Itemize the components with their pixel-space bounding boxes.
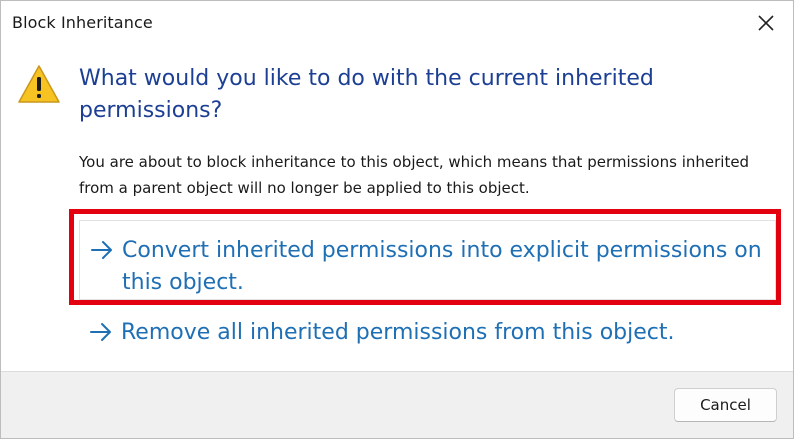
- dialog-footer: Cancel: [1, 371, 793, 438]
- convert-permissions-label: Convert inherited permissions into expli…: [122, 238, 762, 295]
- arrow-right-icon: [89, 319, 113, 345]
- dialog-description: You are about to block inheritance to th…: [79, 153, 750, 197]
- arrow-right-icon: [90, 237, 114, 263]
- close-button[interactable]: [747, 5, 785, 41]
- window-title: Block Inheritance: [12, 13, 153, 32]
- title-bar: Block Inheritance: [1, 1, 793, 45]
- remove-permissions-label: Remove all inherited permissions from th…: [121, 320, 675, 345]
- warning-icon: [17, 63, 61, 105]
- cancel-button[interactable]: Cancel: [674, 388, 777, 422]
- close-icon: [757, 14, 775, 32]
- dialog-heading: What would you like to do with the curre…: [79, 66, 654, 123]
- dialog-body: What would you like to do with the curre…: [1, 45, 793, 371]
- block-inheritance-dialog: Block Inheritance What would you like to…: [0, 0, 794, 439]
- remove-permissions-option[interactable]: Remove all inherited permissions from th…: [79, 313, 776, 357]
- convert-permissions-option[interactable]: Convert inherited permissions into expli…: [79, 220, 776, 300]
